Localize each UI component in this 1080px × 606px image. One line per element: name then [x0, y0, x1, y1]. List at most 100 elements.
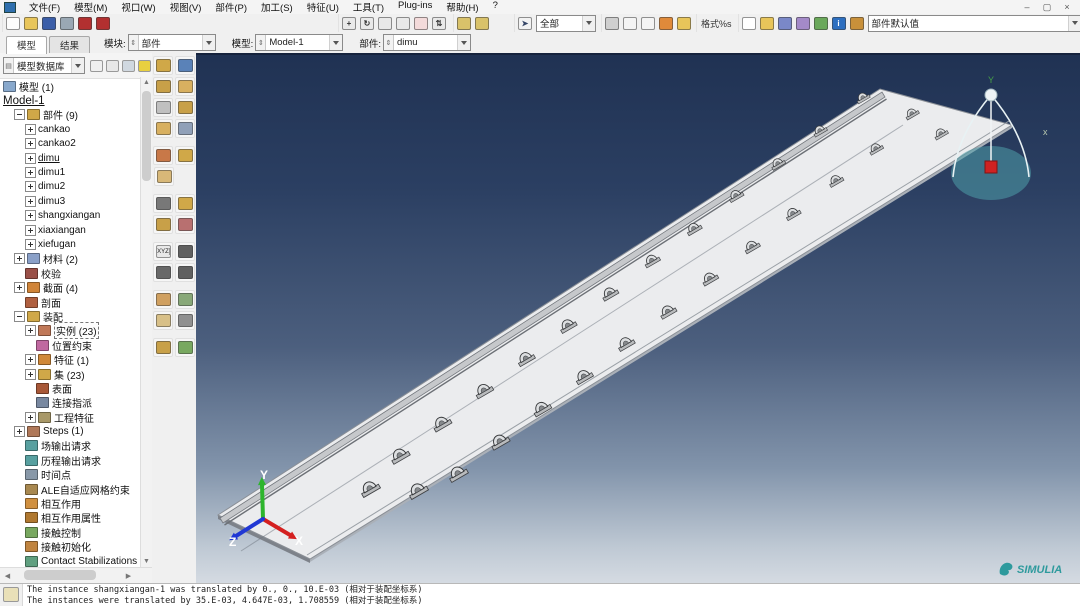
parallel-edge-icon[interactable]: [175, 194, 195, 213]
translate-to-icon[interactable]: [153, 194, 173, 213]
save-icon[interactable]: [41, 16, 57, 31]
tree-item-parts[interactable]: 部件 (9): [0, 108, 141, 122]
tree-item-part[interactable]: dimu: [0, 151, 141, 165]
tree-item-part[interactable]: xiaxiangan: [0, 223, 141, 237]
tree-item-calibrations[interactable]: 校验: [0, 266, 141, 280]
compass-cube[interactable]: [985, 161, 997, 173]
tree-item-connector-assignments[interactable]: 连接指派: [0, 396, 141, 410]
edit-region-icon[interactable]: [153, 311, 173, 330]
wireframe-box-icon[interactable]: [741, 16, 757, 31]
menu-item-3[interactable]: 视图(V): [163, 0, 209, 14]
expand-icon[interactable]: [14, 426, 25, 437]
scroll-thumb-horizontal[interactable]: [24, 570, 96, 580]
model-database-combo[interactable]: ▤ 模型数据库: [3, 57, 85, 74]
restore-button[interactable]: ▢: [1042, 2, 1052, 13]
print-icon[interactable]: [59, 16, 75, 31]
tree-item-contact-controls[interactable]: 接触控制: [0, 525, 141, 539]
expand-icon[interactable]: [14, 282, 25, 293]
expand-icon[interactable]: [25, 369, 36, 380]
instance-array-icon[interactable]: [175, 119, 195, 138]
menu-item-9[interactable]: 帮助(H): [439, 0, 485, 14]
tree-item-features[interactable]: 特征 (1): [0, 352, 141, 366]
viewport-canvas[interactable]: YXZYxSIMULIA: [196, 53, 1080, 585]
tree-item-part[interactable]: xiefugan: [0, 237, 141, 251]
module-combo[interactable]: ⇕部件: [128, 34, 216, 51]
tree-item-part[interactable]: cankao: [0, 122, 141, 136]
render-wireframe-icon[interactable]: [777, 16, 793, 31]
menu-item-2[interactable]: 视口(W): [114, 0, 162, 14]
create-instance-icon[interactable]: [153, 56, 173, 75]
tree-item-steps[interactable]: Steps (1): [0, 424, 141, 438]
scroll-left-icon[interactable]: ◀: [2, 568, 13, 583]
color-code-dialog-icon[interactable]: [849, 16, 865, 31]
part-combo[interactable]: ⇕dimu: [383, 34, 471, 51]
create-constraint-icon[interactable]: [153, 146, 173, 165]
coincident-point-icon[interactable]: [175, 215, 195, 234]
rotate-instance-icon[interactable]: [175, 77, 195, 96]
tree-item-ale-adaptive-mesh-constraints[interactable]: ALE自适应网格约束: [0, 482, 141, 496]
shaded-box-icon[interactable]: [759, 16, 775, 31]
menu-item-6[interactable]: 特征(U): [300, 0, 346, 14]
color-code-combo[interactable]: 部件默认值: [868, 15, 1080, 32]
pan-view-icon[interactable]: +: [341, 16, 357, 31]
query-info-icon[interactable]: [474, 16, 490, 31]
tree-item-sets[interactable]: 集 (23): [0, 367, 141, 381]
selection-filter-combo[interactable]: 全部: [536, 15, 596, 32]
tree-item-position-constraints[interactable]: 位置约束: [0, 338, 141, 352]
render-shaded-icon[interactable]: [813, 16, 829, 31]
tree-item-part[interactable]: shangxiangan: [0, 209, 141, 223]
context-help-icon[interactable]: ?: [486, 0, 505, 14]
expand-icon[interactable]: [25, 138, 36, 149]
perspective-info-icon[interactable]: i: [831, 16, 847, 31]
tree-item-sections[interactable]: 截面 (4): [0, 280, 141, 294]
tree-item-surfaces[interactable]: 表面: [0, 381, 141, 395]
expand-icon[interactable]: [25, 124, 36, 135]
tree-item-history-output-requests[interactable]: 历程输出请求: [0, 453, 141, 467]
menu-item-4[interactable]: 部件(P): [208, 0, 254, 14]
open-box-icon[interactable]: [676, 16, 692, 31]
tree-horizontal-scrollbar[interactable]: ◀ ▶: [0, 567, 152, 583]
session-manager-icon[interactable]: [77, 16, 93, 31]
partition-icon[interactable]: [153, 290, 173, 309]
probe-icon[interactable]: [658, 16, 674, 31]
compass-top-handle[interactable]: [985, 89, 997, 101]
tree-item-materials[interactable]: 材料 (2): [0, 252, 141, 266]
query-part-icon[interactable]: [153, 338, 173, 357]
filter-bulb-icon[interactable]: [137, 59, 151, 73]
expand-icon[interactable]: [25, 225, 36, 236]
highlight-icon[interactable]: [604, 16, 620, 31]
open-file-icon[interactable]: [23, 16, 39, 31]
model-combo[interactable]: ⇕Model-1: [255, 34, 343, 51]
box-zoom-icon[interactable]: [395, 16, 411, 31]
unlink-icon[interactable]: [622, 16, 638, 31]
radial-pattern-icon[interactable]: [175, 98, 195, 117]
edge-rail[interactable]: [220, 92, 885, 523]
xyz-coordinates-icon[interactable]: [XYZ]: [153, 242, 173, 261]
edge-to-edge-icon[interactable]: [153, 215, 173, 234]
scroll-right-icon[interactable]: ▶: [123, 568, 134, 583]
tab-results[interactable]: 结果: [49, 36, 90, 54]
tab-model[interactable]: 模型: [6, 36, 47, 54]
scroll-up-icon[interactable]: ▲: [141, 77, 152, 88]
edit-attributes-icon[interactable]: [121, 59, 135, 73]
expand-icon[interactable]: [14, 253, 25, 264]
tree-item-interaction-properties[interactable]: 相互作用属性: [0, 511, 141, 525]
merge-cut-instances-icon[interactable]: [153, 77, 173, 96]
expand-icon[interactable]: [25, 153, 36, 164]
close-button[interactable]: ×: [1062, 2, 1072, 13]
tree-item-part[interactable]: dimu3: [0, 194, 141, 208]
tree-item-part[interactable]: dimu2: [0, 180, 141, 194]
menu-item-0[interactable]: 文件(F): [22, 0, 67, 14]
tree-item-contact-initializations[interactable]: 接触初始化: [0, 540, 141, 554]
tree-item-models-root[interactable]: 模型 (1): [0, 79, 141, 93]
view-options-icon[interactable]: [456, 16, 472, 31]
expand-icon[interactable]: [25, 196, 36, 207]
magnify-view-icon[interactable]: [377, 16, 393, 31]
datum-csys-icon[interactable]: [175, 263, 195, 282]
menu-item-5[interactable]: 加工(S): [254, 0, 300, 14]
tree-item-interactions[interactable]: 相互作用: [0, 496, 141, 510]
expand-icon[interactable]: [25, 325, 36, 336]
cycle-views-icon[interactable]: ⇅: [431, 16, 447, 31]
tree-vertical-scrollbar[interactable]: ▲ ▼: [140, 77, 152, 567]
scroll-thumb[interactable]: [142, 91, 151, 181]
